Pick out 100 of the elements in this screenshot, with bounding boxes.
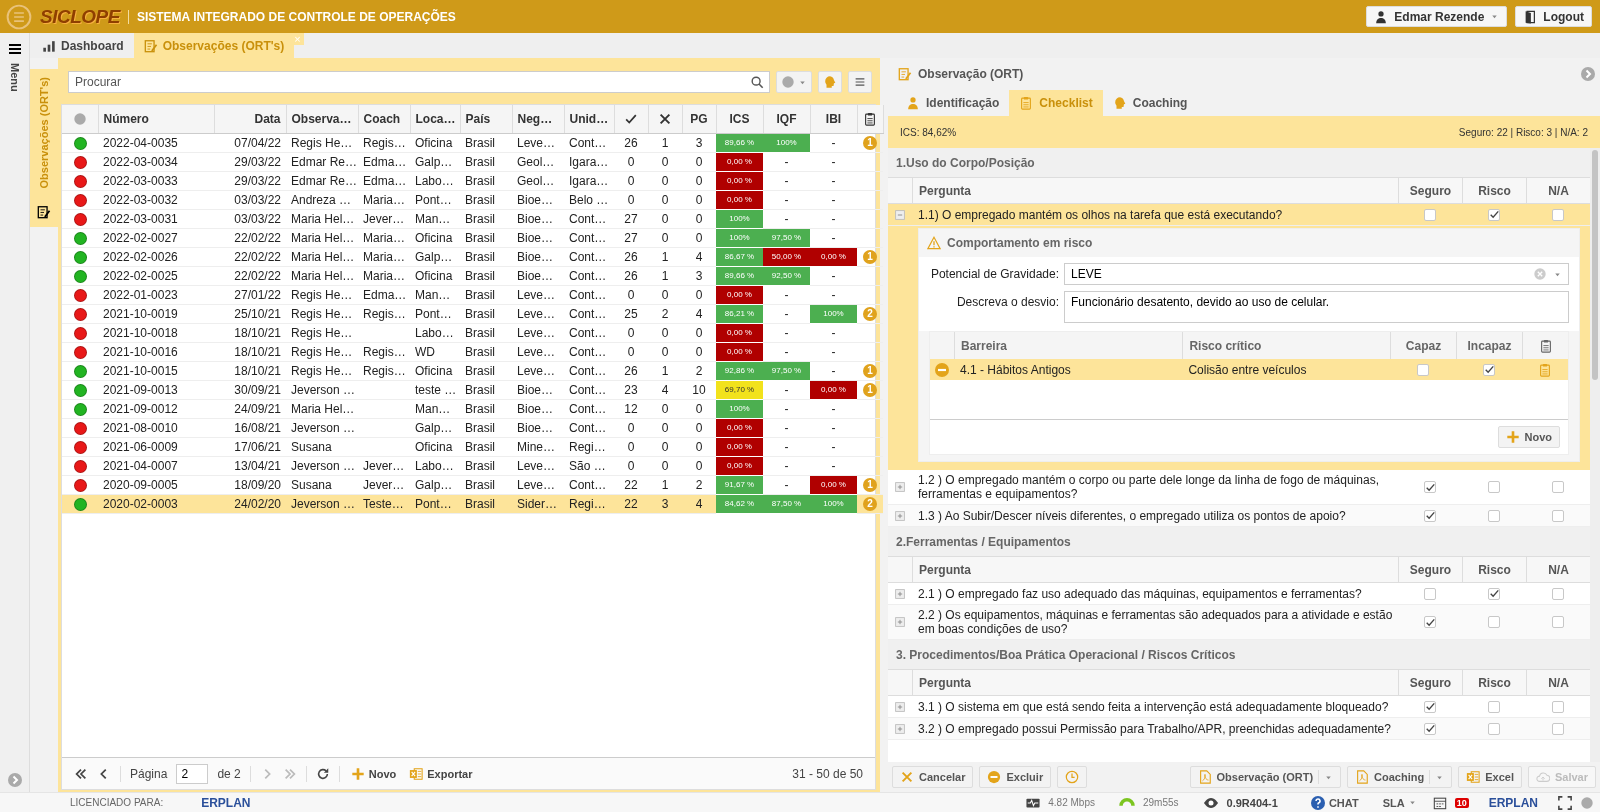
- excel-button[interactable]: Excel: [1458, 766, 1522, 788]
- table-row[interactable]: 2022-03-0033 29/03/22 Edmar Re… Edma… Labo… Brasil Geol… Igara… 0 0 0 0,00 % - -: [62, 171, 883, 190]
- column-header[interactable]: Risco: [1462, 178, 1526, 203]
- column-header[interactable]: Pergunta: [912, 670, 1398, 695]
- report-button[interactable]: Observação (ORT): [1189, 766, 1342, 788]
- expand-icon[interactable]: [6, 772, 23, 788]
- search-field[interactable]: Procurar: [68, 71, 770, 93]
- expand-icon[interactable]: [893, 615, 907, 629]
- column-header[interactable]: Seguro: [1398, 178, 1462, 203]
- column-header[interactable]: Número: [98, 105, 214, 133]
- table-row[interactable]: 2021-10-0019 25/10/21 Regis He… Regis… Pont… Brasil Leve… Cont… 25 2 4 86,21 % - 100% 2: [62, 304, 883, 323]
- column-header[interactable]: Seguro: [1398, 670, 1462, 695]
- first-page-icon[interactable]: [74, 766, 88, 781]
- table-row[interactable]: 2022-03-0031 03/03/22 Maria Hel… Jever… Man… Brasil Bioe… Cont… 27 0 0 100% - -: [62, 209, 883, 228]
- column-header[interactable]: Loca…: [410, 105, 460, 133]
- menu-label[interactable]: Menu: [8, 63, 21, 92]
- tab[interactable]: Coaching: [1102, 90, 1198, 116]
- cancel-button[interactable]: Cancelar: [892, 766, 974, 788]
- expand-icon[interactable]: [893, 586, 907, 601]
- table-row[interactable]: 2021-10-0016 18/10/21 Regis He… Regis… WD Brasil Leve… Cont… 0 0 0 0,00 % - -: [62, 342, 883, 361]
- column-header[interactable]: Seguro: [1398, 557, 1462, 582]
- description-field[interactable]: Funcionário desatento, devido ao uso de celular.: [1064, 291, 1569, 323]
- checkbox[interactable]: [1488, 722, 1500, 735]
- delete-button[interactable]: Excluir: [979, 766, 1052, 788]
- table-row[interactable]: 2021-10-0015 18/10/21 Regis He… Regis… Oficina Brasil Leve… Cont… 26 1 2 92,86 % 97,50 % - 1: [62, 361, 883, 380]
- table-row[interactable]: 2020-09-0005 18/09/20 Susana Jever… Galp… Brasil Leve… Cont… 22 1 2 91,67 % - 0,00 % 1: [62, 475, 883, 494]
- checkbox[interactable]: [1552, 722, 1564, 735]
- tab[interactable]: Identificação: [896, 90, 1010, 116]
- expand-icon[interactable]: [893, 721, 907, 736]
- user-menu-button[interactable]: Edmar Rezende: [1366, 6, 1508, 27]
- checkbox[interactable]: [1552, 616, 1564, 628]
- checkbox[interactable]: [1552, 700, 1564, 713]
- checkbox[interactable]: [1424, 208, 1436, 221]
- menu-icon[interactable]: [6, 41, 23, 57]
- checkbox[interactable]: [1483, 363, 1495, 376]
- collapse-panel-icon[interactable]: [1580, 66, 1596, 82]
- checkbox[interactable]: [1424, 722, 1436, 735]
- column-header[interactable]: PG: [682, 105, 716, 133]
- new-button[interactable]: Novo: [1497, 426, 1560, 448]
- column-header[interactable]: Risco: [1462, 557, 1526, 582]
- column-header[interactable]: Data: [214, 105, 286, 133]
- scrollbar-thumb[interactable]: [1592, 150, 1598, 380]
- table-row[interactable]: 2021-04-0007 13/04/21 Jeverson … Jever… Labo… Brasil Leve… São … 0 0 0 0,00 % - -: [62, 456, 883, 475]
- gravity-select[interactable]: LEVE: [1064, 263, 1569, 285]
- table-row[interactable]: 2022-02-0027 22/02/22 Maria Hel… Maria… Oficina Brasil Bioe… Cont… 27 0 0 100% 97,50 % -: [62, 228, 883, 247]
- expand-icon[interactable]: [893, 480, 907, 494]
- checkbox[interactable]: [1552, 509, 1564, 522]
- page-field[interactable]: 2: [176, 763, 209, 784]
- checkbox[interactable]: [1488, 509, 1500, 522]
- table-row[interactable]: 2022-03-0034 29/03/22 Edmar Re… Edma… Galp… Brasil Geol… Igara… 0 0 0 0,00 % - -: [62, 152, 883, 171]
- table-row[interactable]: 2021-08-0010 16/08/21 Jeverson … Galp… Brasil Bioe… Cont… 0 0 0 0,00 % - -: [62, 418, 883, 437]
- refresh-icon[interactable]: [315, 766, 330, 781]
- checkbox[interactable]: [1488, 616, 1500, 628]
- column-header[interactable]: Pergunta: [912, 178, 1398, 203]
- logout-button[interactable]: Logout: [1515, 6, 1592, 27]
- checkbox[interactable]: [1417, 363, 1429, 376]
- fullscreen-icon[interactable]: [1558, 795, 1572, 810]
- table-row[interactable]: 2022-03-0032 03/03/22 Andreza … Maria… Pont… Brasil Bioe… Belo … 0 0 0 0,00 % - -: [62, 190, 883, 209]
- checkbox[interactable]: [1552, 481, 1564, 493]
- sla-button[interactable]: SLA: [1374, 796, 1425, 809]
- column-header[interactable]: Risco: [1462, 670, 1526, 695]
- table-row[interactable]: 2022-01-0023 27/01/22 Regis He… Edma… Man… Brasil Leve… Cont… 0 0 0 0,00 % - -: [62, 285, 883, 304]
- tab[interactable]: Dashboard: [32, 33, 134, 58]
- barrier-row[interactable]: 4.1 - Hábitos Antigos Colisão entre veículos: [930, 359, 1568, 380]
- coach-filter-button[interactable]: [818, 71, 842, 93]
- checkbox[interactable]: [1488, 208, 1500, 221]
- table-row[interactable]: 2022-04-0035 07/04/22 Regis He… Regis… Oficina Brasil Leve… Cont… 26 1 3 89,66 % 100% - 1: [62, 133, 883, 152]
- status-filter-button[interactable]: [776, 71, 812, 93]
- checkbox[interactable]: [1488, 587, 1500, 600]
- remove-icon[interactable]: [934, 361, 950, 378]
- checkbox[interactable]: [1488, 481, 1500, 493]
- calendar-icon[interactable]: [1432, 795, 1447, 810]
- chat-button[interactable]: CHAT: [1301, 794, 1367, 811]
- clipboard-icon[interactable]: [1538, 362, 1552, 377]
- expand-icon[interactable]: [893, 508, 907, 523]
- column-header[interactable]: Pergunta: [912, 557, 1398, 582]
- column-header[interactable]: Neg…: [512, 105, 564, 133]
- column-header[interactable]: Coach: [358, 105, 410, 133]
- table-row[interactable]: 2022-02-0026 22/02/22 Maria Hel… Maria… Galp… Brasil Bioe… Cont… 26 1 4 86,67 % 50,00 % 0,00 % 1: [62, 247, 883, 266]
- checkbox[interactable]: [1424, 587, 1436, 600]
- table-row[interactable]: 2021-09-0012 24/09/21 Maria Hel… Man… Brasil Bioe… Cont… 12 0 0 100% - -: [62, 399, 883, 418]
- report-button[interactable]: Coaching: [1347, 766, 1453, 788]
- checkbox[interactable]: [1424, 481, 1436, 493]
- table-row[interactable]: 2021-09-0013 30/09/21 Jeverson … teste … Brasil Bioe… Cont… 23 4 10 69,70 % - 0,00 % 1: [62, 380, 883, 399]
- expand-icon[interactable]: [893, 699, 907, 714]
- table-row[interactable]: 2022-02-0025 22/02/22 Maria Hel… Maria… Oficina Brasil Bioe… Cont… 26 1 3 89,66 % 92,50 % -: [62, 266, 883, 285]
- collapse-icon[interactable]: [893, 207, 907, 222]
- column-header[interactable]: IQF: [763, 105, 810, 133]
- export-button[interactable]: Exportar: [407, 766, 475, 781]
- checkbox[interactable]: [1424, 700, 1436, 713]
- column-header[interactable]: IBI: [810, 105, 857, 133]
- new-button[interactable]: Novo: [348, 766, 399, 781]
- list-menu-button[interactable]: [848, 71, 872, 93]
- table-row[interactable]: 2021-06-0009 17/06/21 Susana Oficina Brasil Mine… Regi… 0 0 0 0,00 % - -: [62, 437, 883, 456]
- column-header[interactable]: ICS: [716, 105, 763, 133]
- checkbox[interactable]: [1552, 208, 1564, 221]
- column-header[interactable]: Observa…: [286, 105, 358, 133]
- history-button[interactable]: [1057, 766, 1088, 788]
- table-row[interactable]: 2021-10-0018 18/10/21 Regis He… Labo… Brasil Leve… Cont… 0 0 0 0,00 % - -: [62, 323, 883, 342]
- checkbox[interactable]: [1552, 587, 1564, 600]
